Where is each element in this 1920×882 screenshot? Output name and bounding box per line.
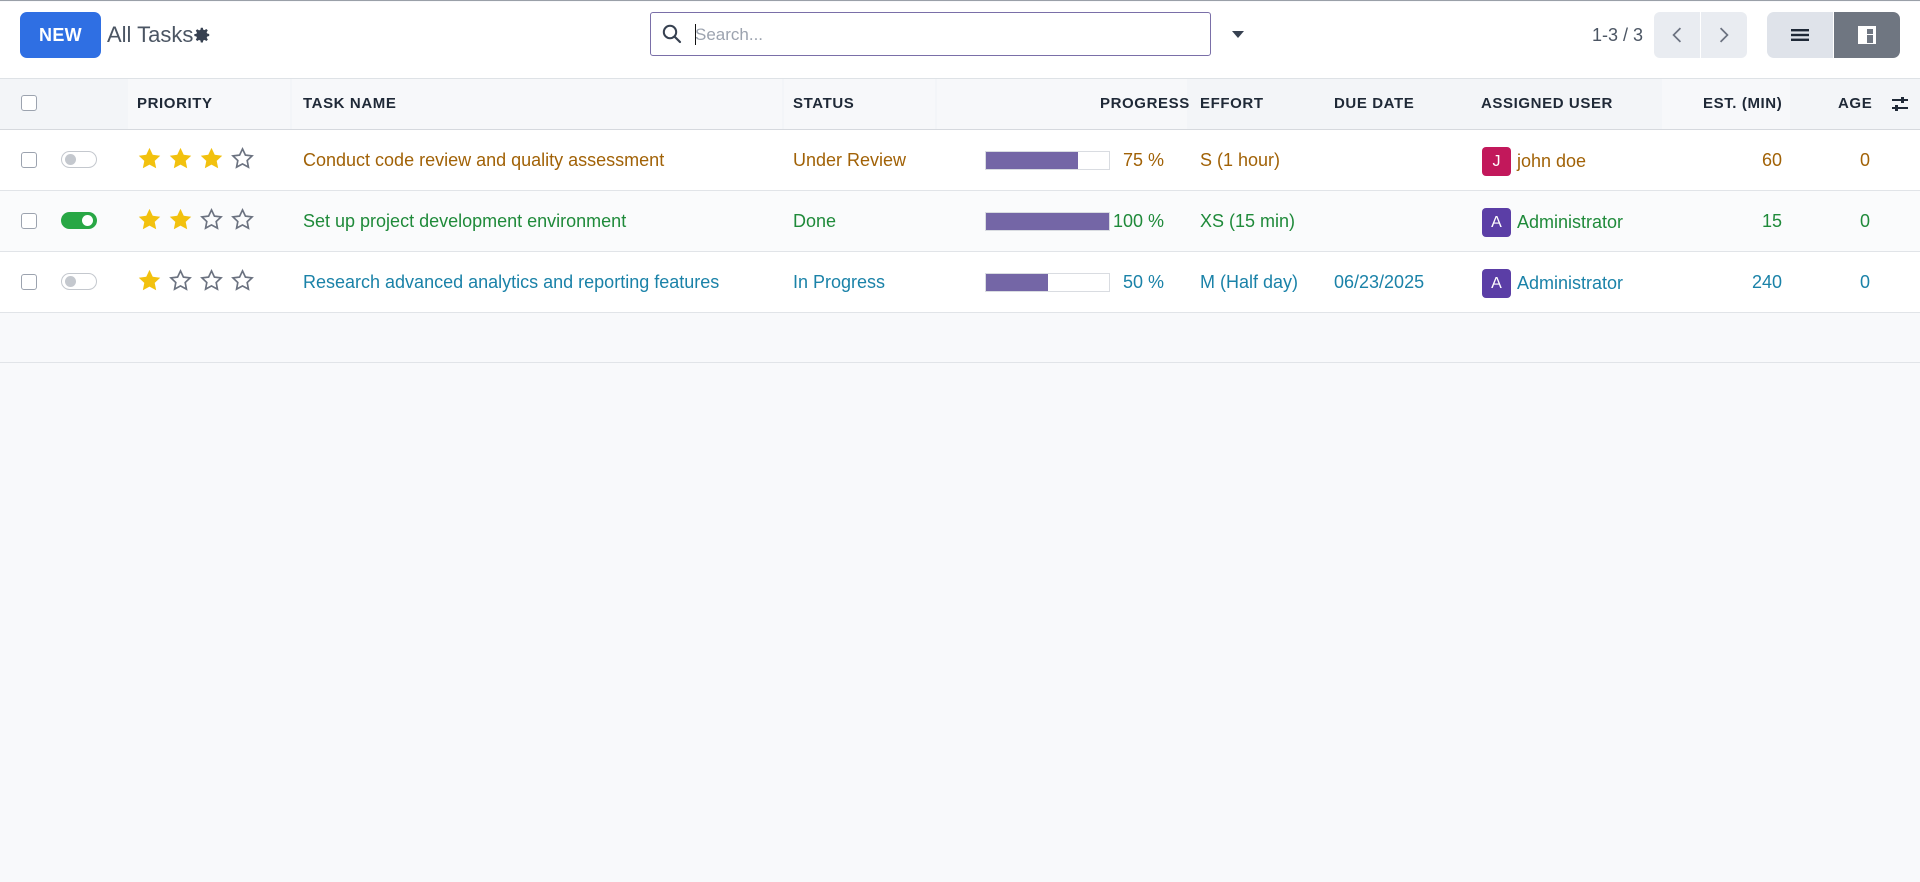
table-row[interactable]: Research advanced analytics and reportin…: [0, 252, 1920, 313]
task-status: In Progress: [793, 272, 886, 292]
column-header-effort[interactable]: EFFORT: [1200, 79, 1264, 129]
avatar[interactable]: A: [1482, 269, 1511, 298]
table-row[interactable]: Set up project development environment Do…: [0, 191, 1920, 252]
kanban-view-button[interactable]: [1834, 12, 1900, 58]
avatar[interactable]: J: [1482, 147, 1511, 176]
optional-columns-icon[interactable]: [1890, 94, 1910, 114]
progress-value: 50 %: [1122, 272, 1164, 292]
star-icon[interactable]: [137, 207, 162, 232]
text-cursor: [695, 24, 696, 45]
task-age: 0: [1859, 272, 1870, 292]
task-name[interactable]: Conduct code review and quality assessme…: [303, 130, 664, 190]
chevron-right-icon: [1719, 27, 1729, 43]
task-status: Under Review: [793, 150, 907, 170]
row-select-checkbox[interactable]: [21, 152, 37, 168]
column-header-priority[interactable]: PRIORITY: [137, 79, 213, 129]
assigned-user[interactable]: john doe: [1517, 131, 1586, 191]
gear-icon[interactable]: [193, 26, 211, 44]
column-header-due-date[interactable]: DUE DATE: [1334, 79, 1414, 129]
kanban-view-icon: [1858, 26, 1876, 44]
column-header-assigned-user[interactable]: ASSIGNED USER: [1481, 79, 1613, 129]
progress-bar: [985, 151, 1110, 170]
task-age: 0: [1859, 211, 1870, 231]
column-header-task-name[interactable]: TASK NAME: [303, 79, 396, 129]
assigned-user[interactable]: Administrator: [1517, 192, 1623, 252]
star-icon[interactable]: [230, 268, 255, 293]
task-name[interactable]: Research advanced analytics and reportin…: [303, 252, 719, 312]
estimated-minutes: 15: [1761, 211, 1782, 231]
star-icon[interactable]: [230, 146, 255, 171]
star-icon[interactable]: [168, 207, 193, 232]
task-age: 0: [1859, 150, 1870, 170]
progress-fill: [986, 152, 1079, 169]
estimated-minutes: 60: [1761, 150, 1782, 170]
active-toggle[interactable]: [61, 151, 97, 168]
active-toggle[interactable]: [61, 273, 97, 290]
column-header-est-min[interactable]: EST. (MIN): [1703, 79, 1782, 129]
page-title: All Tasks: [107, 22, 194, 47]
avatar[interactable]: A: [1482, 208, 1511, 237]
caret-down-icon: [1232, 30, 1244, 38]
pager-previous-button[interactable]: [1654, 12, 1700, 58]
task-effort: S (1 hour): [1200, 150, 1281, 170]
search-box: [650, 12, 1211, 56]
row-select-checkbox[interactable]: [21, 213, 37, 229]
star-icon[interactable]: [168, 268, 193, 293]
task-due-date: 06/23/2025: [1334, 272, 1425, 292]
task-name[interactable]: Set up project development environment: [303, 191, 626, 251]
progress-value: 100 %: [1112, 211, 1164, 231]
chevron-left-icon: [1672, 27, 1682, 43]
progress-bar: [985, 273, 1110, 292]
new-button[interactable]: NEW: [20, 12, 101, 58]
progress-fill: [986, 274, 1048, 291]
column-header-progress[interactable]: PROGRESS: [1100, 79, 1190, 129]
priority-stars[interactable]: [137, 207, 255, 235]
table-empty-area: [0, 317, 1920, 362]
list-view-icon: [1791, 29, 1809, 41]
table-row[interactable]: Conduct code review and quality assessme…: [0, 130, 1920, 191]
search-input[interactable]: [693, 19, 1197, 51]
control-panel: NEW All Tasks 1-3 / 3: [0, 2, 1920, 78]
column-header-status[interactable]: STATUS: [793, 79, 854, 129]
assigned-user[interactable]: Administrator: [1517, 253, 1623, 313]
progress-value: 75 %: [1122, 150, 1164, 170]
search-icon: [661, 23, 683, 45]
select-all-checkbox[interactable]: [21, 95, 37, 111]
search-options-toggle[interactable]: [1226, 22, 1250, 46]
star-icon[interactable]: [199, 268, 224, 293]
star-icon[interactable]: [199, 146, 224, 171]
table-header: PRIORITY TASK NAME STATUS PROGRESS EFFOR…: [0, 78, 1920, 130]
estimated-minutes: 240: [1751, 272, 1782, 292]
list-view-button[interactable]: [1767, 12, 1833, 58]
active-toggle[interactable]: [61, 212, 97, 229]
pager-value[interactable]: 1-3 / 3: [1592, 25, 1643, 46]
progress-bar: [985, 212, 1110, 231]
column-header-age[interactable]: AGE: [1838, 79, 1872, 129]
task-effort: M (Half day): [1200, 272, 1299, 292]
star-icon[interactable]: [137, 268, 162, 293]
star-icon[interactable]: [137, 146, 162, 171]
star-icon[interactable]: [168, 146, 193, 171]
row-select-checkbox[interactable]: [21, 274, 37, 290]
task-status: Done: [793, 211, 837, 231]
priority-stars[interactable]: [137, 146, 255, 174]
priority-stars[interactable]: [137, 268, 255, 296]
star-icon[interactable]: [199, 207, 224, 232]
progress-fill: [986, 213, 1109, 230]
task-effort: XS (15 min): [1200, 211, 1296, 231]
pager-next-button[interactable]: [1701, 12, 1747, 58]
star-icon[interactable]: [230, 207, 255, 232]
table-footer: [0, 362, 1920, 363]
